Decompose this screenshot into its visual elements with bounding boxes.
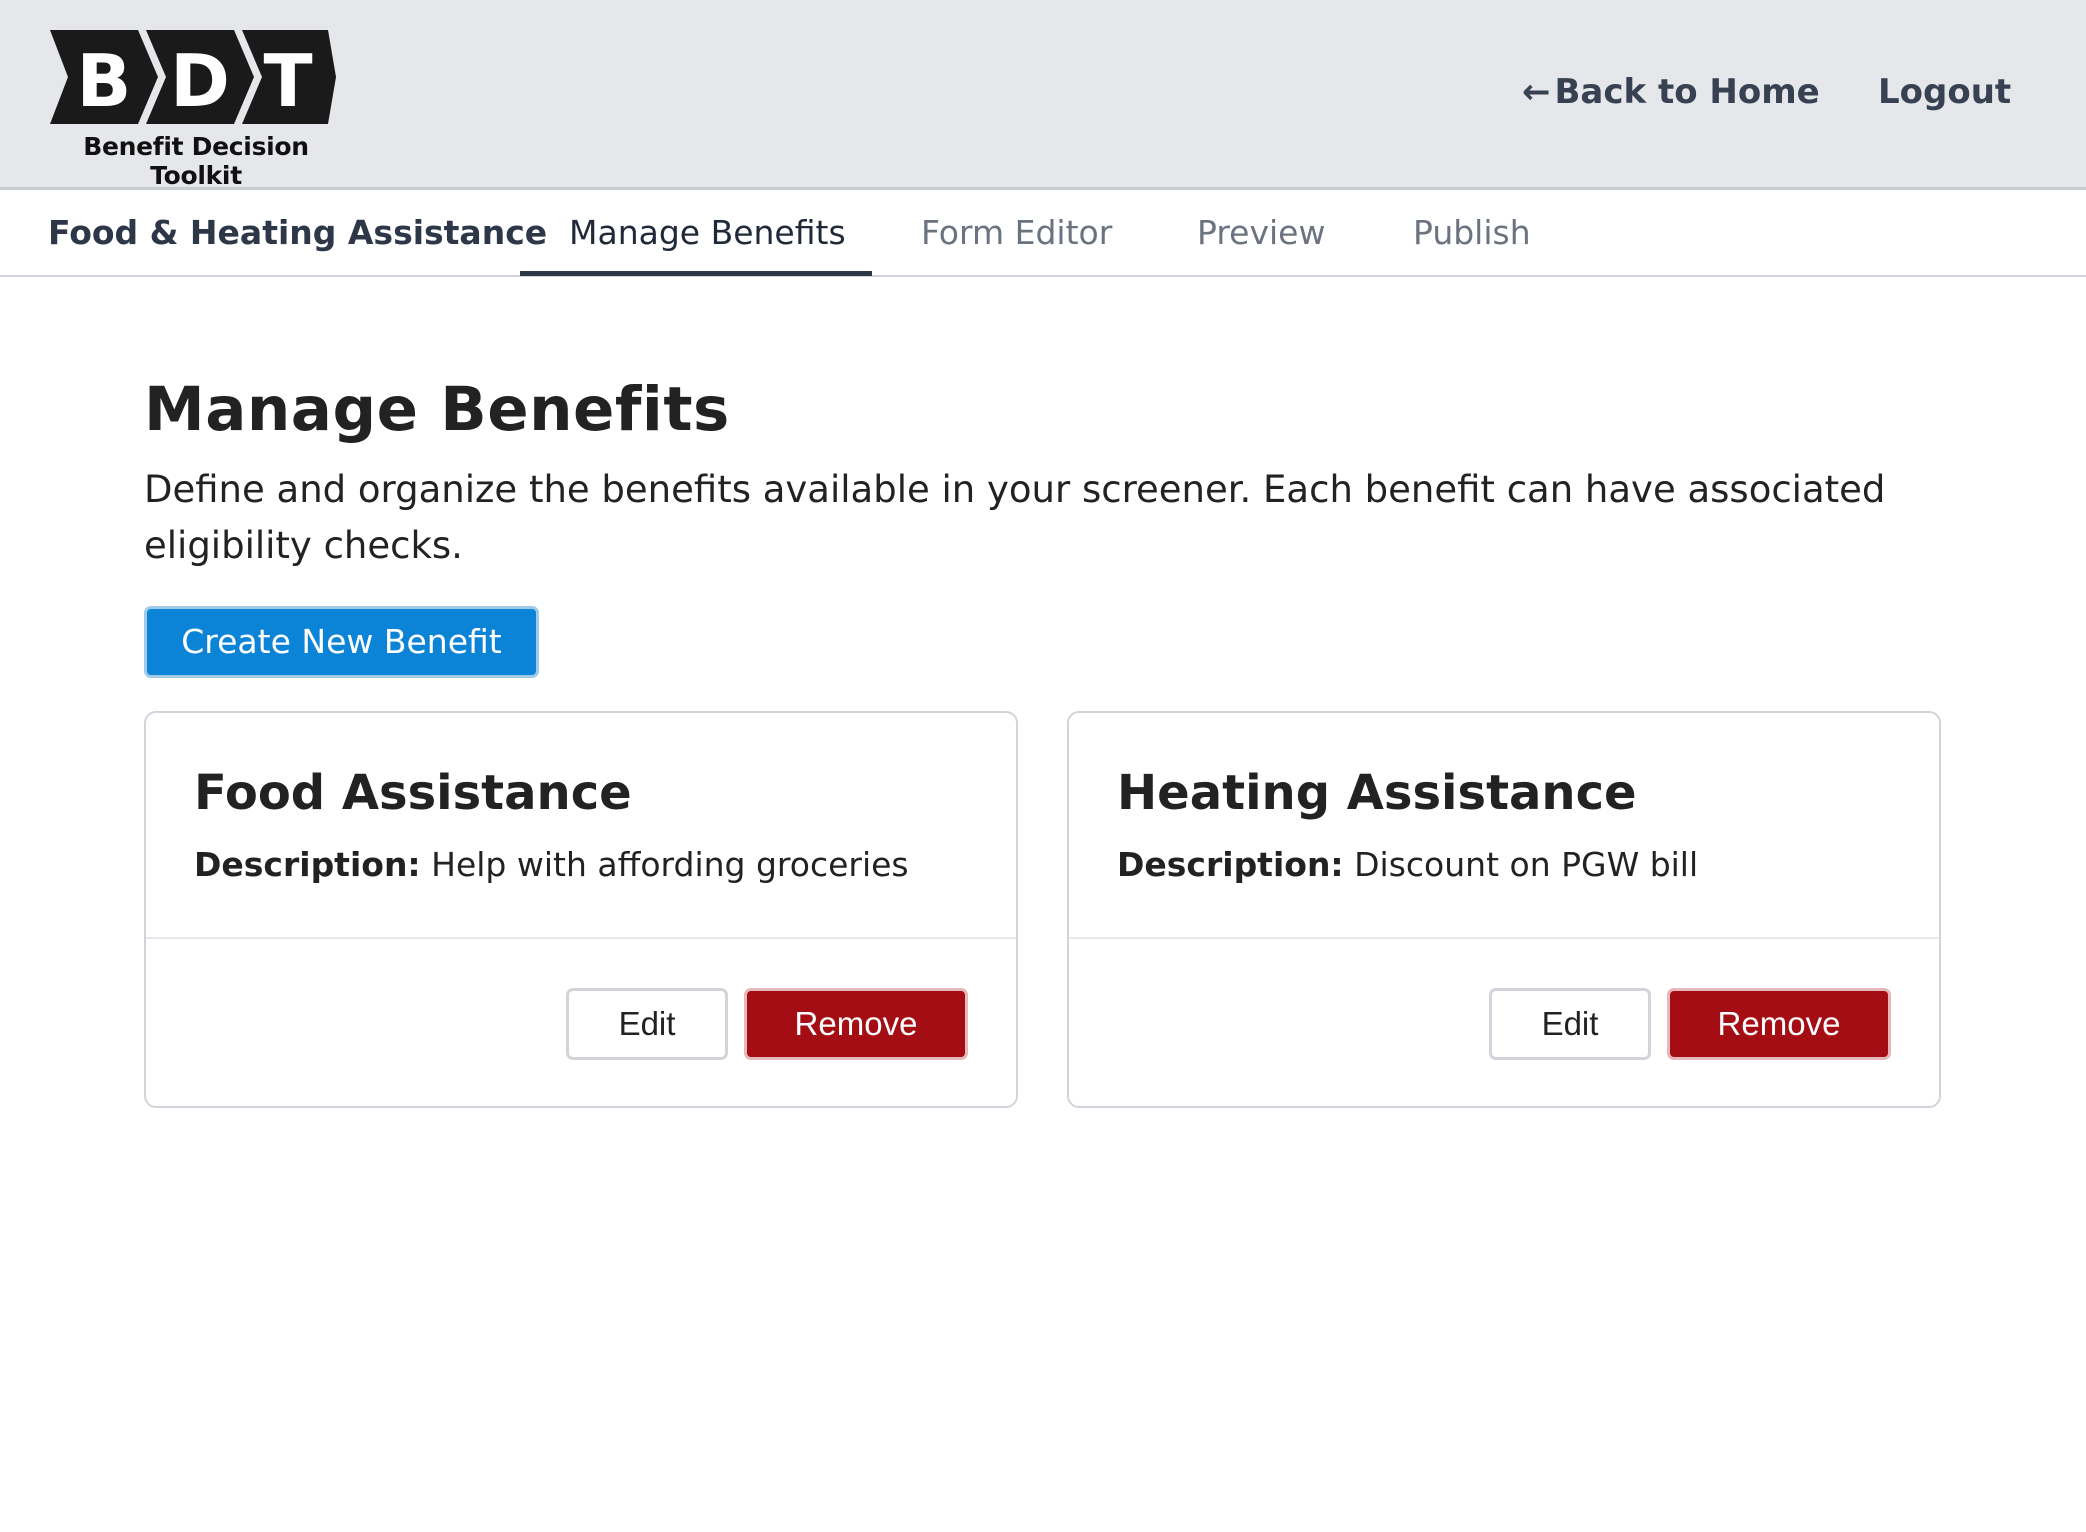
tab-preview[interactable]: Preview <box>1197 193 1325 277</box>
description-value: Discount on PGW bill <box>1354 845 1699 884</box>
edit-benefit-button[interactable]: Edit <box>1489 988 1651 1060</box>
active-tab-indicator <box>520 271 872 276</box>
app-header: B D T Benefit Decision Toolkit ← Back to … <box>0 0 2086 190</box>
benefit-name: Heating Assistance <box>1117 765 1637 821</box>
benefit-card: Food Assistance Description: Help with a… <box>144 711 1018 1108</box>
create-new-benefit-button[interactable]: Create New Benefit <box>144 606 539 678</box>
edit-benefit-button[interactable]: Edit <box>566 988 728 1060</box>
page-title: Manage Benefits <box>144 374 730 445</box>
logo-letter-d: D <box>170 39 230 123</box>
tab-publish[interactable]: Publish <box>1413 193 1531 277</box>
description-label: Description: <box>1117 845 1344 884</box>
logo-subtitle: Benefit Decision Toolkit <box>83 132 309 190</box>
card-divider <box>1069 937 1939 939</box>
remove-benefit-button[interactable]: Remove <box>744 988 968 1060</box>
remove-benefit-button[interactable]: Remove <box>1667 988 1891 1060</box>
card-divider <box>146 937 1016 939</box>
page-description: Define and organize the benefits availab… <box>144 468 1886 567</box>
arrow-left-icon: ← <box>1522 72 1551 112</box>
project-tab-bar: Food & Heating Assistance Manage Benefit… <box>0 193 2086 277</box>
tab-manage-benefits[interactable]: Manage Benefits <box>569 193 846 277</box>
logout-link[interactable]: Logout <box>1878 72 2011 112</box>
tab-form-editor[interactable]: Form Editor <box>921 193 1112 277</box>
logo-letter-b: B <box>77 39 132 123</box>
back-to-home-label: Back to Home <box>1554 72 1820 112</box>
benefit-description: Description: Help with affording groceri… <box>194 845 909 884</box>
benefit-description: Description: Discount on PGW bill <box>1117 845 1698 884</box>
back-to-home-link[interactable]: ← Back to Home <box>1522 72 1820 112</box>
description-label: Description: <box>194 845 421 884</box>
benefit-name: Food Assistance <box>194 765 632 821</box>
bdt-logo[interactable]: B D T Benefit Decision Toolkit <box>46 28 346 190</box>
logo-letter-t: T <box>263 39 312 123</box>
logo-chevrons: B D T <box>50 30 336 124</box>
benefit-card: Heating Assistance Description: Discount… <box>1067 711 1941 1108</box>
description-value: Help with affording groceries <box>431 845 909 884</box>
project-name: Food & Heating Assistance <box>48 213 548 252</box>
